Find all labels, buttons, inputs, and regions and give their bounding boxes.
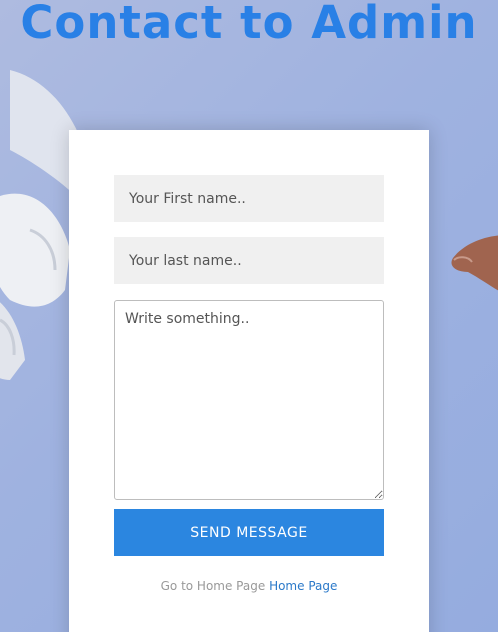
first-name-input[interactable] — [114, 175, 384, 222]
last-name-input[interactable] — [114, 237, 384, 284]
home-page-prompt-text: Go to Home Page — [160, 579, 266, 593]
human-hand-image — [451, 235, 498, 291]
home-page-link[interactable]: Home Page — [269, 579, 337, 593]
contact-form-card: SEND MESSAGE Go to Home Page Home Page — [69, 130, 429, 632]
send-message-button[interactable]: SEND MESSAGE — [114, 509, 384, 556]
message-textarea[interactable] — [114, 300, 384, 500]
home-page-prompt: Go to Home Page Home Page — [69, 579, 429, 593]
page-title: Contact to Admin — [20, 0, 478, 49]
